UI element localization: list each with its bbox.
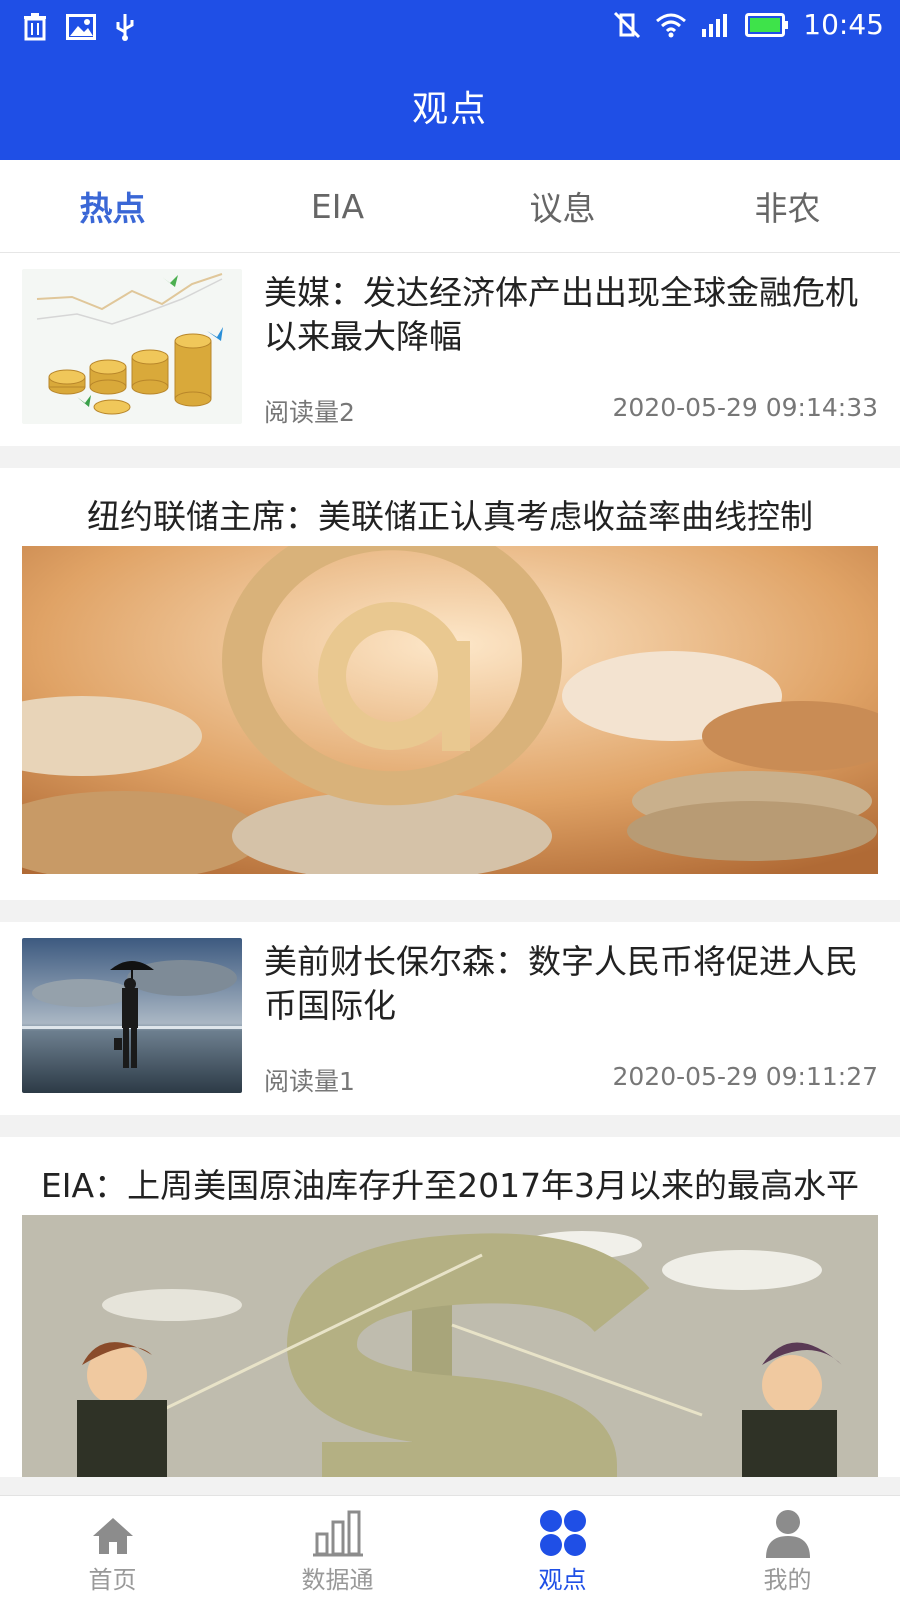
article-timestamp: 2020-05-29 09:14:33	[612, 393, 878, 422]
bar-chart-icon	[312, 1510, 363, 1556]
article-read-count: 阅读量2	[264, 398, 355, 427]
article-card[interactable]: 美媒：发达经济体产出出现全球金融危机以来最大降幅 阅读量2 2020-05-29…	[0, 253, 900, 446]
article-title: 纽约联储主席：美联储正认真考虑收益率曲线控制	[87, 497, 813, 536]
article-card-large[interactable]: 纽约联储主席：美联储正认真考虑收益率曲线控制	[0, 468, 900, 900]
article-thumbnail-coins	[22, 269, 242, 424]
article-title: EIA：上周美国原油库存升至2017年3月以来的最高水平	[40, 1166, 860, 1205]
bottom-nav: 首页 数据通 观点 我的	[0, 1495, 900, 1600]
article-title: 美媒：发达经济体产出出现全球金融危机以来最大降幅	[264, 273, 858, 356]
article-feed: 美媒：发达经济体产出出现全球金融危机以来最大降幅 阅读量2 2020-05-29…	[0, 253, 900, 1499]
grid-icon	[539, 1509, 586, 1556]
user-icon	[765, 1509, 810, 1558]
status-left-icons	[22, 12, 136, 42]
nav-home[interactable]: 首页	[0, 1496, 225, 1600]
status-bar: 10:45	[0, 0, 900, 52]
wifi-icon	[656, 13, 687, 37]
status-time: 10:45	[803, 8, 884, 41]
app-bar: 观点	[0, 52, 900, 160]
trash-icon	[24, 13, 46, 41]
page-title: 观点	[411, 89, 488, 130]
tab-nonfarm[interactable]: 非农	[675, 160, 900, 252]
nav-views-label: 观点	[538, 1565, 587, 1594]
article-thumbnail-umbrella-man	[22, 938, 242, 1093]
signal-icon	[702, 13, 728, 37]
nav-data[interactable]: 数据通	[225, 1496, 450, 1600]
usb-icon	[116, 14, 134, 41]
article-image-dollar-tug	[22, 1215, 878, 1477]
article-card-large[interactable]: EIA：上周美国原油库存升至2017年3月以来的最高水平	[0, 1137, 900, 1477]
nav-profile[interactable]: 我的	[675, 1496, 900, 1600]
category-tabs: 热点 EIA 议息 非农	[0, 160, 900, 253]
article-image-coins-at-sign	[22, 546, 878, 874]
nav-home-label: 首页	[88, 1565, 137, 1594]
image-icon	[66, 14, 96, 40]
nav-views[interactable]: 观点	[450, 1496, 675, 1600]
battery-icon	[745, 12, 789, 37]
vibrate-icon	[614, 11, 641, 38]
article-title: 美前财长保尔森：数字人民币将促进人民币国际化	[264, 942, 858, 1025]
tab-rate-decision[interactable]: 议息	[450, 160, 675, 252]
tab-eia[interactable]: EIA	[225, 160, 450, 252]
home-icon	[92, 1517, 133, 1554]
article-card[interactable]: 美前财长保尔森：数字人民币将促进人民币国际化 阅读量1 2020-05-29 0…	[0, 922, 900, 1115]
article-read-count: 阅读量1	[264, 1067, 355, 1096]
nav-profile-label: 我的	[763, 1565, 812, 1594]
status-right-icons: 10:45	[613, 8, 884, 41]
article-timestamp: 2020-05-29 09:11:27	[612, 1062, 878, 1091]
tab-hot[interactable]: 热点	[0, 160, 225, 252]
nav-data-label: 数据通	[301, 1565, 374, 1594]
